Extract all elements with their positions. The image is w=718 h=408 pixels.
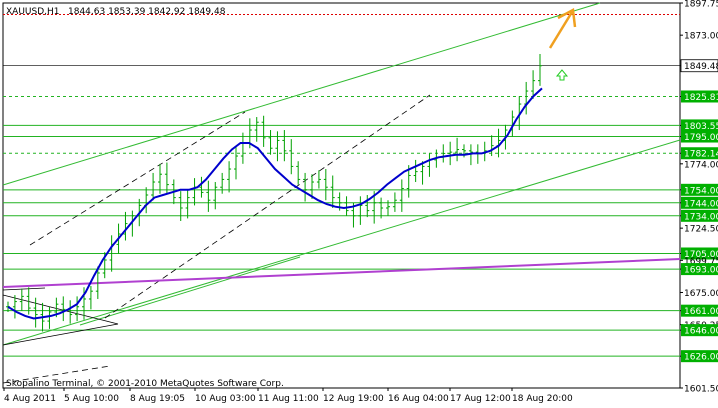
forecast-arrowhead-icon: [557, 8, 577, 28]
channel-lower-line: [2, 139, 681, 346]
x-tick-label: 18 Aug 20:00: [512, 394, 573, 404]
y-tick-label: 1724.50: [684, 225, 718, 235]
level-label: 1693.00: [684, 266, 718, 276]
x-tick-label: 5 Aug 10:00: [64, 394, 119, 404]
current-price-label: 1849.48: [684, 62, 718, 72]
dashed-channel-upper: [29, 111, 246, 246]
level-label: 1734.00: [684, 212, 718, 222]
x-tick-label: 10 Aug 03:00: [195, 394, 256, 404]
level-label: 1661.00: [684, 307, 718, 317]
triangle-top: [2, 287, 46, 291]
y-tick-label: 1897.75: [684, 0, 718, 10]
price-chart[interactable]: XAUUSD,H1 1844.63 1853.39 1842.92 1849.48…: [0, 0, 718, 408]
copyright-text: Skopalino Terminal, © 2001-2010 MetaQuot…: [6, 379, 284, 389]
ohlc-label: 1844.63 1853.39 1842.92 1849.48: [68, 7, 226, 17]
x-tick-label: 8 Aug 19:05: [130, 394, 185, 404]
level-label: 1803.55: [684, 122, 718, 132]
level-label: 1744.00: [684, 199, 718, 209]
level-label: 1795.00: [684, 133, 718, 143]
chart-window: XAUUSD,H1 1844.63 1853.39 1842.92 1849.48…: [0, 0, 718, 408]
x-tick-label: 16 Aug 04:00: [388, 394, 449, 404]
level-label: 1646.00: [684, 327, 718, 337]
level-label: 1782.14: [684, 150, 718, 160]
y-tick-label: 1873.00: [684, 32, 718, 42]
x-tick-label: 11 Aug 11:00: [258, 394, 319, 404]
channel-upper-line: [2, 2, 601, 186]
y-tick-label: 1774.00: [684, 160, 718, 170]
up-arrow-icon: [555, 69, 569, 81]
level-label: 1626.00: [684, 353, 718, 363]
x-tick-label: 12 Aug 19:00: [323, 394, 384, 404]
symbol-label: XAUUSD,H1: [6, 7, 60, 17]
y-tick-label: 1675.00: [684, 289, 718, 299]
x-tick-label: 17 Aug 12:00: [450, 394, 511, 404]
level-label: 1825.81: [684, 93, 718, 103]
x-tick-label: 4 Aug 2011: [4, 394, 56, 404]
y-tick-label: 1601.50: [684, 385, 718, 395]
level-label: 1754.00: [684, 186, 718, 196]
triangle-upper: [2, 294, 119, 325]
channel-mid-line: [79, 256, 301, 326]
